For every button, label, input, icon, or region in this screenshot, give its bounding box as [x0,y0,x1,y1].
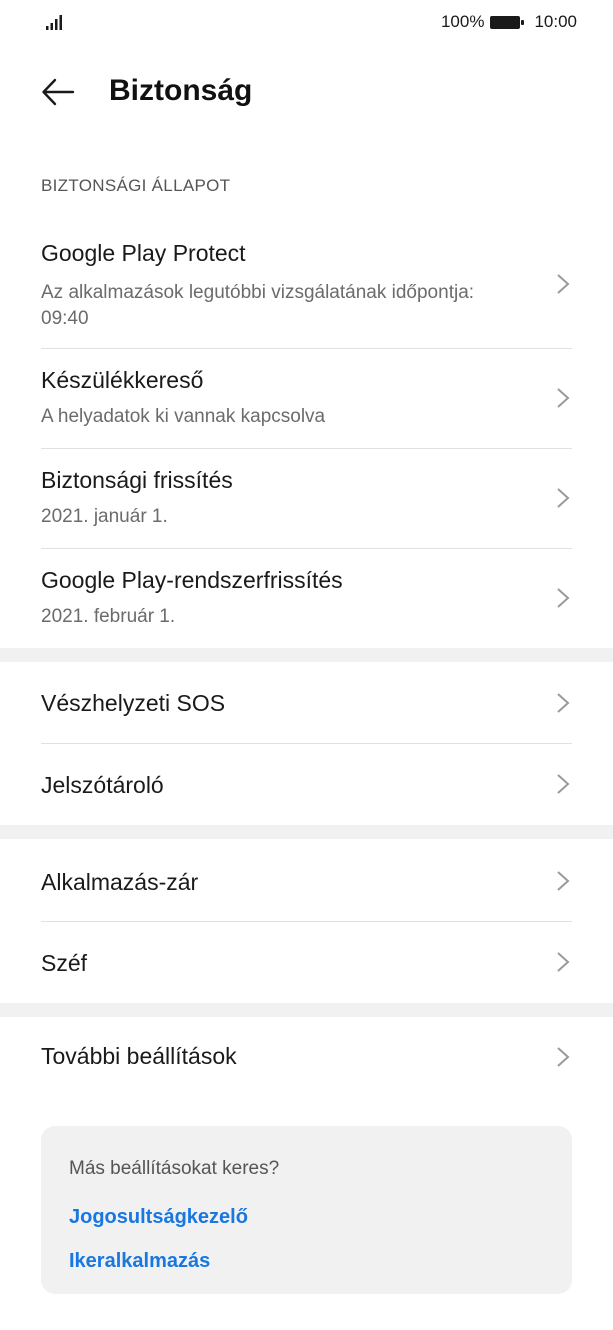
item-subtitle: 2021. január 1. [41,506,168,527]
signal-icon [46,15,62,30]
chevron-right-icon [557,588,570,608]
section-gap [0,825,613,839]
section-gap [0,648,613,662]
chevron-right-icon [557,1047,570,1067]
item-subtitle: 2021. február 1. [41,606,176,627]
device-finder-item[interactable]: Készülékkereső A helyadatok ki vannak ka… [0,349,613,448]
item-title: Vészhelyzeti SOS [41,690,226,716]
item-title: További beállítások [41,1043,237,1069]
app-header: Biztonság [0,60,613,124]
chevron-right-icon [557,952,570,972]
item-subtitle: Az alkalmazások legutóbbi vizsgálatának … [41,282,475,329]
chevron-right-icon [557,488,570,508]
item-subtitle: A helyadatok ki vannak kapcsolva [41,406,326,427]
safe-item[interactable]: Széf [0,922,613,1003]
section-gap [0,1003,613,1017]
suggestion-card: Más beállításokat keres? Jogosultságkeze… [41,1126,572,1294]
security-update-item[interactable]: Biztonsági frissítés 2021. január 1. [0,449,613,548]
permission-manager-link[interactable]: Jogosultságkezelő [69,1206,248,1229]
password-vault-item[interactable]: Jelszótároló [0,744,613,825]
app-lock-item[interactable]: Alkalmazás-zár [0,839,613,921]
chevron-right-icon [557,388,570,408]
battery-icon [490,15,525,29]
item-title: Google Play Protect [41,240,246,266]
twin-app-link[interactable]: Ikeralkalmazás [69,1250,210,1273]
suggestion-hint: Más beállításokat keres? [69,1158,280,1179]
item-title: Biztonsági frissítés [41,467,233,493]
chevron-right-icon [557,871,570,891]
google-play-protect-item[interactable]: Google Play Protect Az alkalmazások legu… [0,228,613,348]
section-label: BIZTONSÁGI ÁLLAPOT [41,176,231,195]
chevron-right-icon [557,693,570,713]
battery-percent: 100% [440,12,485,31]
chevron-right-icon [557,774,570,794]
chevron-right-icon [557,274,570,294]
item-title: Készülékkereső [41,367,204,393]
item-title: Jelszótároló [41,772,164,798]
google-play-system-update-item[interactable]: Google Play-rendszerfrissítés 2021. febr… [0,549,613,648]
item-title: Alkalmazás-zár [41,869,199,895]
item-title: Google Play-rendszerfrissítés [41,567,343,593]
back-button[interactable] [36,72,80,112]
item-title: Széf [41,950,88,976]
more-settings-item[interactable]: További beállítások [0,1017,613,1099]
emergency-sos-item[interactable]: Vészhelyzeti SOS [0,662,613,743]
status-time: 10:00 [534,12,577,31]
status-bar: 100% 10:00 [0,0,613,44]
page-title: Biztonság [109,74,253,107]
arrow-left-icon [42,78,75,106]
